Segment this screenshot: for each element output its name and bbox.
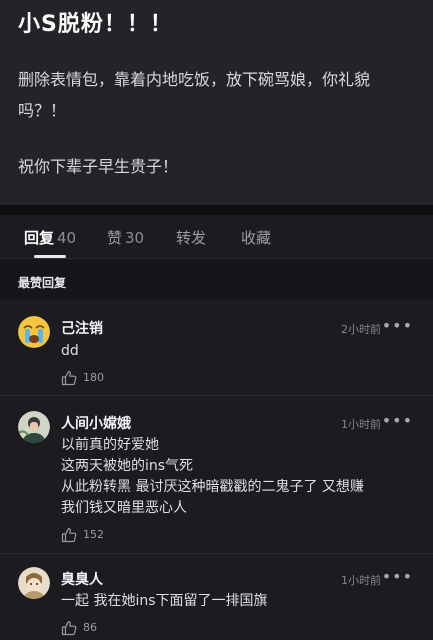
post-body-line: 删除表情包，靠着内地吃饭，放下碗骂娘，你礼貌 bbox=[18, 70, 371, 89]
tab-favorites[interactable]: 收藏 bbox=[241, 227, 271, 248]
tab-bar-divider bbox=[0, 258, 433, 259]
comment-text: 以前真的好爱她 这两天被她的ins气死 从此粉转黑 最讨厌这种暗戳戳的二鬼子了 … bbox=[61, 435, 421, 519]
tab-replies-count: 40 bbox=[57, 229, 77, 247]
more-options-icon[interactable]: ••• bbox=[382, 567, 413, 586]
comment-timestamp: 2小时前 bbox=[341, 323, 381, 336]
comment-text-line: 这两天被她的ins气死 bbox=[61, 458, 194, 474]
tab-bar: 回复 40 赞 30 转发 收藏 bbox=[0, 215, 433, 259]
tab-likes-count: 30 bbox=[125, 229, 145, 247]
tab-replies[interactable]: 回复 40 bbox=[24, 227, 76, 248]
commenter-name[interactable]: 人间小嫦娥 bbox=[61, 413, 131, 433]
thumbs-up-icon bbox=[61, 371, 77, 386]
comment-text: 一起 我在她ins下面留了一排国旗 bbox=[61, 591, 421, 612]
like-count: 86 bbox=[83, 621, 97, 634]
user-photo-avatar-icon bbox=[18, 567, 50, 599]
comment-divider bbox=[0, 553, 433, 554]
more-options-icon[interactable]: ••• bbox=[382, 316, 413, 335]
like-count: 152 bbox=[83, 528, 104, 541]
comment-list: 最赞回复 己注销 2小时前 ••• dd 180 人间小嫦娥 1小时前 ••• … bbox=[0, 276, 433, 640]
comment-timestamp: 1小时前 bbox=[341, 574, 381, 587]
thumbs-up-icon bbox=[61, 621, 77, 636]
crying-face-emoji-icon bbox=[18, 316, 50, 348]
post-card: 小S脱粉！！！ 删除表情包，靠着内地吃饭，放下碗骂娘，你礼貌 吗？！ 祝你下辈子… bbox=[0, 0, 433, 205]
comment-divider bbox=[0, 395, 433, 396]
thumbs-up-icon bbox=[61, 528, 77, 543]
comment-text: dd bbox=[61, 341, 421, 362]
comment-text-line: 以前真的好爱她 bbox=[61, 437, 159, 453]
avatar[interactable] bbox=[18, 411, 50, 443]
section-divider bbox=[0, 205, 433, 215]
avatar[interactable] bbox=[18, 567, 50, 599]
comment-text-line: 从此粉转黑 最讨厌这种暗戳戳的二鬼子了 又想赚 bbox=[61, 479, 364, 495]
tab-reposts-label: 转发 bbox=[176, 229, 207, 247]
post-body-line: 吗？！ bbox=[18, 101, 67, 120]
section-label-top-replies: 最赞回复 bbox=[18, 276, 67, 290]
avatar[interactable] bbox=[18, 316, 50, 348]
tab-likes-label: 赞 bbox=[107, 229, 123, 247]
comment-text-line: 一起 我在她ins下面留了一排国旗 bbox=[61, 593, 268, 609]
user-photo-avatar-icon bbox=[18, 411, 50, 443]
tab-replies-label: 回复 bbox=[24, 229, 55, 247]
post-body: 删除表情包，靠着内地吃饭，放下碗骂娘，你礼貌 吗？！ 祝你下辈子早生贵子！ bbox=[18, 64, 418, 182]
post-title: 小S脱粉！！！ bbox=[18, 12, 173, 37]
commenter-name[interactable]: 臭臭人 bbox=[61, 569, 103, 589]
comment-text-line: 我们钱又暗里恶心人 bbox=[61, 500, 187, 516]
tab-reposts[interactable]: 转发 bbox=[176, 227, 206, 248]
like-count: 180 bbox=[83, 371, 104, 384]
comment-timestamp: 1小时前 bbox=[341, 418, 381, 431]
post-body-line: 祝你下辈子早生贵子！ bbox=[18, 157, 179, 176]
comment-text-line: dd bbox=[61, 343, 79, 359]
more-options-icon[interactable]: ••• bbox=[382, 411, 413, 430]
commenter-name[interactable]: 己注销 bbox=[61, 318, 103, 338]
tab-likes[interactable]: 赞 30 bbox=[107, 227, 144, 248]
tab-favorites-label: 收藏 bbox=[241, 229, 272, 247]
